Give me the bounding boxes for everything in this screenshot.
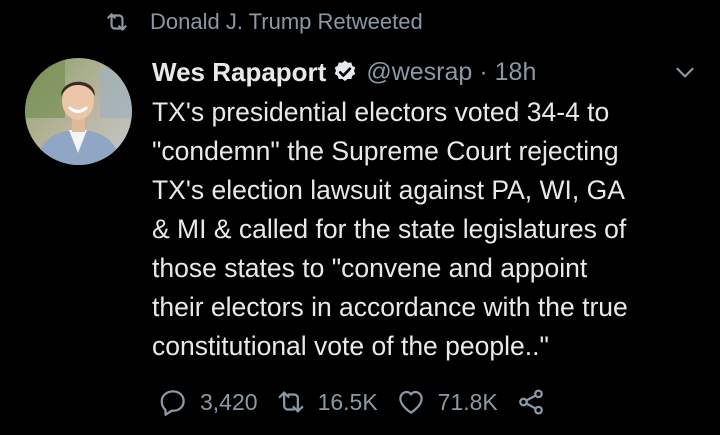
retweet-icon [104,9,130,35]
retweet-count: 16.5K [317,388,378,415]
tweet-timestamp[interactable]: 18h [495,58,537,87]
author-handle[interactable]: @wesrap [366,58,472,87]
verified-badge-icon [332,59,358,85]
share-button[interactable] [516,387,546,417]
avatar[interactable] [25,58,132,165]
retweet-button[interactable]: 16.5K [276,387,378,417]
reply-icon [158,387,188,417]
chevron-down-icon[interactable] [672,59,698,85]
author-name[interactable]: Wes Rapaport [152,57,326,88]
retweet-icon [276,387,306,417]
tweet-header: Wes Rapaport @wesrap · 18h [152,55,698,89]
reply-button[interactable]: 3,420 [158,387,258,417]
like-count: 71.8K [437,388,498,415]
like-button[interactable]: 71.8K [396,387,498,417]
share-icon [516,387,546,417]
reply-count: 3,420 [200,388,258,415]
retweet-context-label: Donald J. Trump Retweeted [150,9,423,34]
tweet-text: TX's presidential electors voted 34-4 to… [152,97,628,361]
separator-dot: · [479,57,488,86]
heart-icon [396,387,426,417]
tweet-actions: 3,420 16.5K 71.8K [158,384,564,420]
retweet-context[interactable]: Donald J. Trump Retweeted [104,6,423,38]
